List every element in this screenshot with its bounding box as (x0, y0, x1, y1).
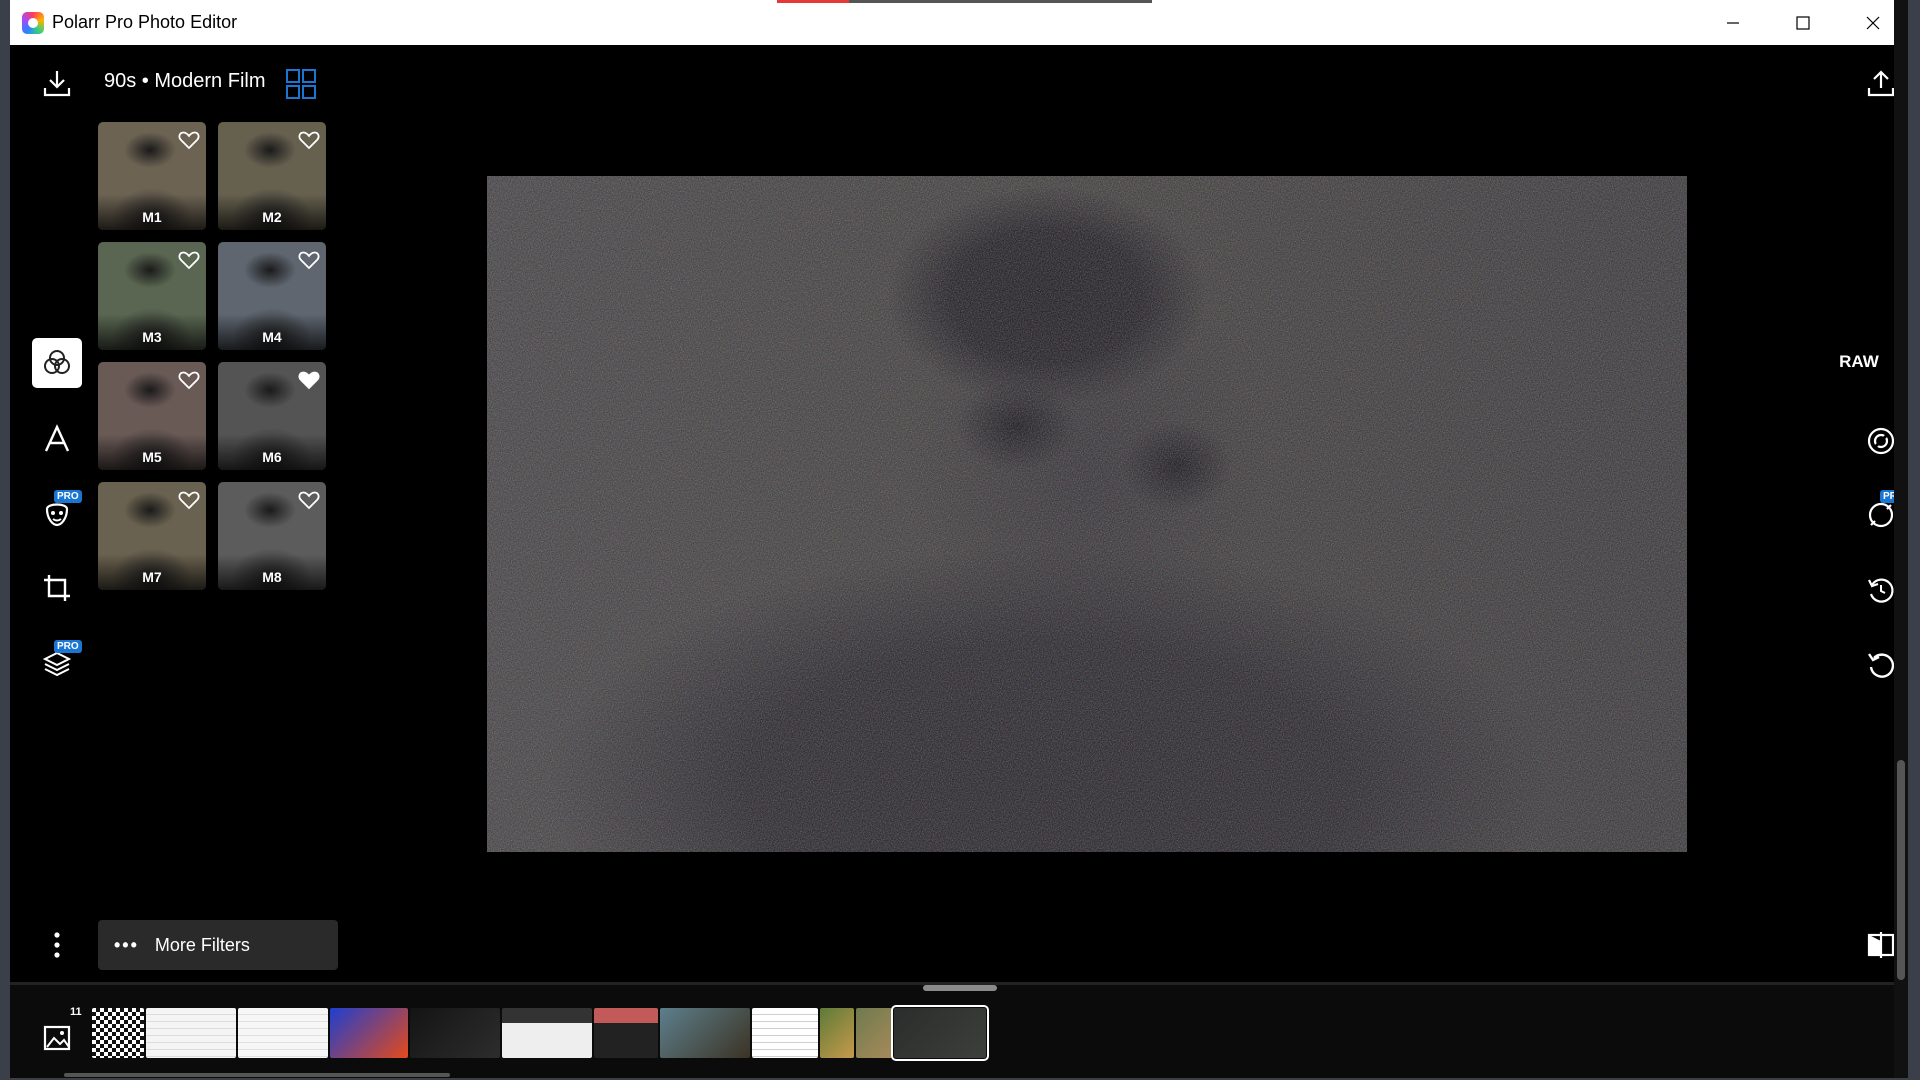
text-icon (44, 424, 70, 452)
crop-tool-button[interactable] (32, 563, 82, 613)
gallery-icon (43, 1025, 71, 1051)
gallery-thumbnail[interactable] (92, 1008, 144, 1058)
app-window: Polarr Pro Photo Editor 90s • Modern Fil… (10, 0, 1908, 1078)
more-options-button[interactable] (32, 920, 82, 970)
pro-badge: PRO (54, 490, 82, 503)
download-button[interactable] (32, 58, 82, 108)
gallery-thumbnail[interactable] (820, 1008, 854, 1058)
grid-view-button[interactable] (285, 68, 317, 105)
favorite-heart-icon[interactable] (178, 130, 200, 155)
filter-preset-card[interactable]: M5 (98, 362, 206, 470)
favorite-heart-icon[interactable] (178, 490, 200, 515)
filter-name: M1 (142, 209, 162, 225)
filter-preset-card[interactable]: M6 (218, 362, 326, 470)
filter-preset-card[interactable]: M3 (98, 242, 206, 350)
favorite-heart-icon[interactable] (178, 370, 200, 395)
layers-tool-button[interactable]: PRO (32, 638, 82, 688)
upload-icon (1867, 70, 1895, 97)
minimize-button[interactable] (1698, 0, 1768, 45)
filter-collection-title[interactable]: 90s • Modern Film (104, 70, 266, 93)
history-icon (1868, 578, 1894, 603)
auto-enhance-icon (1867, 427, 1895, 455)
compare-icon (1867, 932, 1895, 958)
favorite-heart-icon[interactable] (178, 250, 200, 275)
polarr-app-icon (22, 11, 44, 34)
gallery-thumbnail[interactable] (856, 1008, 892, 1058)
grid-icon (286, 69, 316, 99)
filter-name: M5 (142, 449, 162, 465)
download-icon (43, 71, 71, 97)
filter-preset-card[interactable]: M8 (218, 482, 326, 590)
filter-name: M8 (262, 569, 282, 585)
gallery-thumbnail[interactable] (410, 1008, 500, 1058)
gallery-thumbnail[interactable] (594, 1008, 658, 1058)
more-filters-button[interactable]: ••• More Filters (98, 920, 338, 970)
gallery-count-badge: 11 (70, 1006, 82, 1018)
filter-name: M2 (262, 209, 282, 225)
filmstrip-resize-handle[interactable] (923, 985, 997, 991)
filter-preset-card[interactable]: M4 (218, 242, 326, 350)
more-horizontal-icon: ••• (114, 934, 139, 955)
text-tool-button[interactable] (32, 414, 82, 464)
favorite-heart-icon[interactable] (298, 370, 320, 395)
title-bar: Polarr Pro Photo Editor (10, 0, 1908, 45)
gallery-thumbnail[interactable] (891, 1005, 989, 1061)
gallery-thumbnail[interactable] (660, 1008, 750, 1058)
filters-icon (44, 350, 70, 374)
reset-icon (1868, 653, 1895, 678)
raw-toggle[interactable]: RAW (1834, 352, 1884, 372)
more-filters-label: More Filters (154, 934, 250, 955)
maximize-button[interactable] (1768, 0, 1838, 45)
gallery-thumbnail[interactable] (502, 1008, 592, 1058)
face-retouch-tool-button[interactable]: PRO (32, 488, 82, 538)
pro-badge: PRO (54, 640, 82, 653)
gallery-button[interactable] (32, 1012, 82, 1062)
window-controls (1698, 0, 1908, 45)
gallery-thumbnail[interactable] (238, 1008, 328, 1058)
progress-strip (777, 0, 1152, 3)
filter-preset-card[interactable]: M7 (98, 482, 206, 590)
filter-name: M4 (262, 329, 282, 345)
filter-name: M7 (142, 569, 162, 585)
filter-name: M6 (262, 449, 282, 465)
gallery-thumbnail[interactable] (330, 1008, 408, 1058)
filter-preset-card[interactable]: M1 (98, 122, 206, 230)
favorite-heart-icon[interactable] (298, 130, 320, 155)
window-title: Polarr Pro Photo Editor (52, 12, 238, 32)
crop-icon (44, 575, 70, 601)
photo-canvas[interactable] (487, 176, 1687, 852)
filter-preset-card[interactable]: M2 (218, 122, 326, 230)
favorite-heart-icon[interactable] (298, 490, 320, 515)
vertical-scrollbar[interactable] (1894, 0, 1908, 1078)
gallery-thumbnail[interactable] (146, 1008, 236, 1058)
film-grain-overlay (487, 176, 1687, 852)
gallery-thumbnail[interactable] (752, 1008, 818, 1058)
more-vertical-icon (54, 932, 60, 958)
horizontal-scrollbar[interactable] (64, 1073, 450, 1077)
brush-icon (1868, 502, 1894, 528)
filter-name: M3 (142, 329, 162, 345)
filters-tool-button[interactable] (32, 338, 82, 388)
favorite-heart-icon[interactable] (298, 250, 320, 275)
